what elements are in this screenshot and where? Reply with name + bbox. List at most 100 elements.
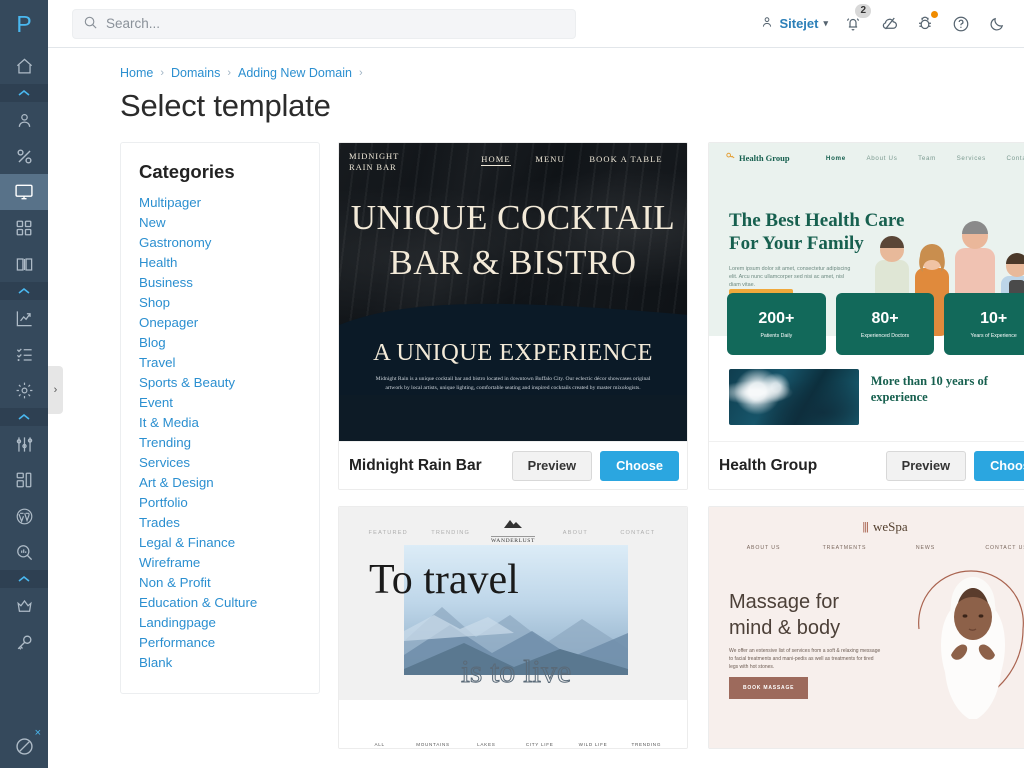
template-card-footer: Health Group Preview Choose [709,441,1024,489]
sp-woman-photo [911,559,1024,719]
rail-collapse-chevron-2[interactable] [0,282,48,300]
rail-item-percent[interactable] [0,138,48,174]
main-area: Search... Sitejet ▾ 2 [48,0,1024,768]
category-item-it-media[interactable]: It & Media [139,413,301,433]
sidebar-expand-handle[interactable]: › [48,366,63,414]
rail-item-apps[interactable] [0,210,48,246]
category-item-education-culture[interactable]: Education & Culture [139,593,301,613]
rail-item-settings[interactable] [0,372,48,408]
bar-nav-home: HOME [481,154,510,166]
dark-mode-moon-icon[interactable] [986,13,1008,35]
category-item-wireframe[interactable]: Wireframe [139,553,301,573]
rail-item-sliders[interactable] [0,426,48,462]
template-card-wespa[interactable]: ||| weSpa ABOUT US TREATMENTS NEWS CONTA… [708,506,1024,749]
template-preview-midnight-rain-bar[interactable]: MIDNIGHT RAIN BAR HOME MENU BOOK A TABLE [339,143,687,443]
cloud-icon[interactable] [878,13,900,35]
category-item-trending[interactable]: Trending [139,433,301,453]
rail-item-wordpress-icon[interactable] [0,498,48,534]
bar-headline: UNIQUE COCKTAIL BAR & BISTRO [339,195,687,285]
rail-item-user[interactable] [0,102,48,138]
category-item-onepager[interactable]: Onepager [139,313,301,333]
breadcrumb: Home › Domains › Adding New Domain › [48,66,1024,80]
category-item-blog[interactable]: Blog [139,333,301,353]
category-item-gastronomy[interactable]: Gastronomy [139,233,301,253]
template-name: Health Group [719,457,878,475]
search-input[interactable]: Search... [72,9,576,39]
choose-button[interactable]: Choose [974,451,1024,481]
category-item-travel[interactable]: Travel [139,353,301,373]
tv-filter-trending: TRENDING [620,742,673,747]
rail-item-book[interactable] [0,246,48,282]
rail-item-tasklist[interactable] [0,336,48,372]
category-item-event[interactable]: Event [139,393,301,413]
category-item-blank[interactable]: Blank [139,653,301,673]
categories-title: Categories [139,161,301,183]
category-item-trades[interactable]: Trades [139,513,301,533]
rail-item-key[interactable] [0,624,48,660]
category-item-business[interactable]: Business [139,273,301,293]
category-item-new[interactable]: New [139,213,301,233]
notifications-bell-icon[interactable]: 2 [842,13,864,35]
template-card-health-group[interactable]: Health Group Home About Us Team Services… [708,142,1024,490]
rail-item-analytics[interactable] [0,300,48,336]
category-item-legal-finance[interactable]: Legal & Finance [139,533,301,553]
sp-logo: ||| weSpa [709,507,1024,535]
bug-icon[interactable] [914,13,936,35]
user-menu[interactable]: Sitejet ▾ [760,15,828,32]
app-logo[interactable]: P [0,0,48,48]
breadcrumb-item-adding-new-domain[interactable]: Adding New Domain [238,66,352,80]
template-preview-health-group[interactable]: Health Group Home About Us Team Services… [709,143,1024,443]
rail-item-seo-search[interactable] [0,534,48,570]
category-item-portfolio[interactable]: Portfolio [139,493,301,513]
rail-spacer [0,660,48,724]
category-item-non-profit[interactable]: Non & Profit [139,573,301,593]
category-item-landingpage[interactable]: Landingpage [139,613,301,633]
bar-lower-section: A UNIQUE EXPERIENCE Midnight Rain is a u… [339,329,687,395]
notifications-badge: 2 [855,4,871,18]
breadcrumb-item-domains[interactable]: Domains [171,66,220,80]
category-item-performance[interactable]: Performance [139,633,301,653]
bar-nav-book: BOOK A TABLE [589,154,662,166]
bar-headline-line1: UNIQUE COCKTAIL [339,195,687,240]
category-item-services[interactable]: Services [139,453,301,473]
user-name: Sitejet [779,16,818,31]
hg-nav-about: About Us [866,155,897,162]
template-card-wanderlust-travel[interactable]: FEATURED TRENDING WANDERLUST [338,506,688,749]
bar-logo: MIDNIGHT RAIN BAR [349,151,469,173]
category-item-art-design[interactable]: Art & Design [139,473,301,493]
tv-nav-about: ABOUT [544,530,606,536]
rail-collapse-chevron-3[interactable] [0,408,48,426]
user-icon [760,15,774,32]
hg-stat-card: 200+ Patients Daily [727,293,826,355]
top-bar: Search... Sitejet ▾ 2 [48,0,1024,48]
rail-item-no-entry[interactable]: × [0,724,48,768]
template-card-midnight-rain-bar[interactable]: MIDNIGHT RAIN BAR HOME MENU BOOK A TABLE [338,142,688,490]
category-item-multipager[interactable]: Multipager [139,193,301,213]
template-card-footer: Midnight Rain Bar Preview Choose [339,441,687,489]
rail-item-websites[interactable] [0,174,48,210]
help-circle-icon[interactable] [950,13,972,35]
breadcrumb-item-home[interactable]: Home [120,66,153,80]
preview-canvas: MIDNIGHT RAIN BAR HOME MENU BOOK A TABLE [339,143,687,443]
rail-collapse-chevron-4[interactable] [0,570,48,588]
rail-item-layout-blocks[interactable] [0,462,48,498]
template-preview-wespa[interactable]: ||| weSpa ABOUT US TREATMENTS NEWS CONTA… [709,507,1024,749]
rail-item-crown[interactable] [0,588,48,624]
bar-nav-links: HOME MENU BOOK A TABLE [469,151,675,166]
preview-button[interactable]: Preview [512,451,592,481]
choose-button[interactable]: Choose [600,451,679,481]
rail-collapse-chevron-1[interactable] [0,84,48,102]
rail-close-icon[interactable]: × [35,728,41,739]
hg-stats-row: 200+ Patients Daily 80+ Experienced Doct… [709,293,1024,355]
chevron-down-icon: ▾ [823,18,828,29]
template-preview-wanderlust-travel[interactable]: FEATURED TRENDING WANDERLUST [339,507,687,749]
category-item-shop[interactable]: Shop [139,293,301,313]
app-root: P [0,0,1024,768]
category-item-sports-beauty[interactable]: Sports & Beauty [139,373,301,393]
category-item-health[interactable]: Health [139,253,301,273]
sp-paragraph: We offer an extensive list of services f… [729,647,881,671]
preview-button[interactable]: Preview [886,451,966,481]
tv-filter-all: ALL [353,742,406,747]
rail-item-home[interactable] [0,48,48,84]
bar-logo-line2: RAIN BAR [349,162,469,173]
